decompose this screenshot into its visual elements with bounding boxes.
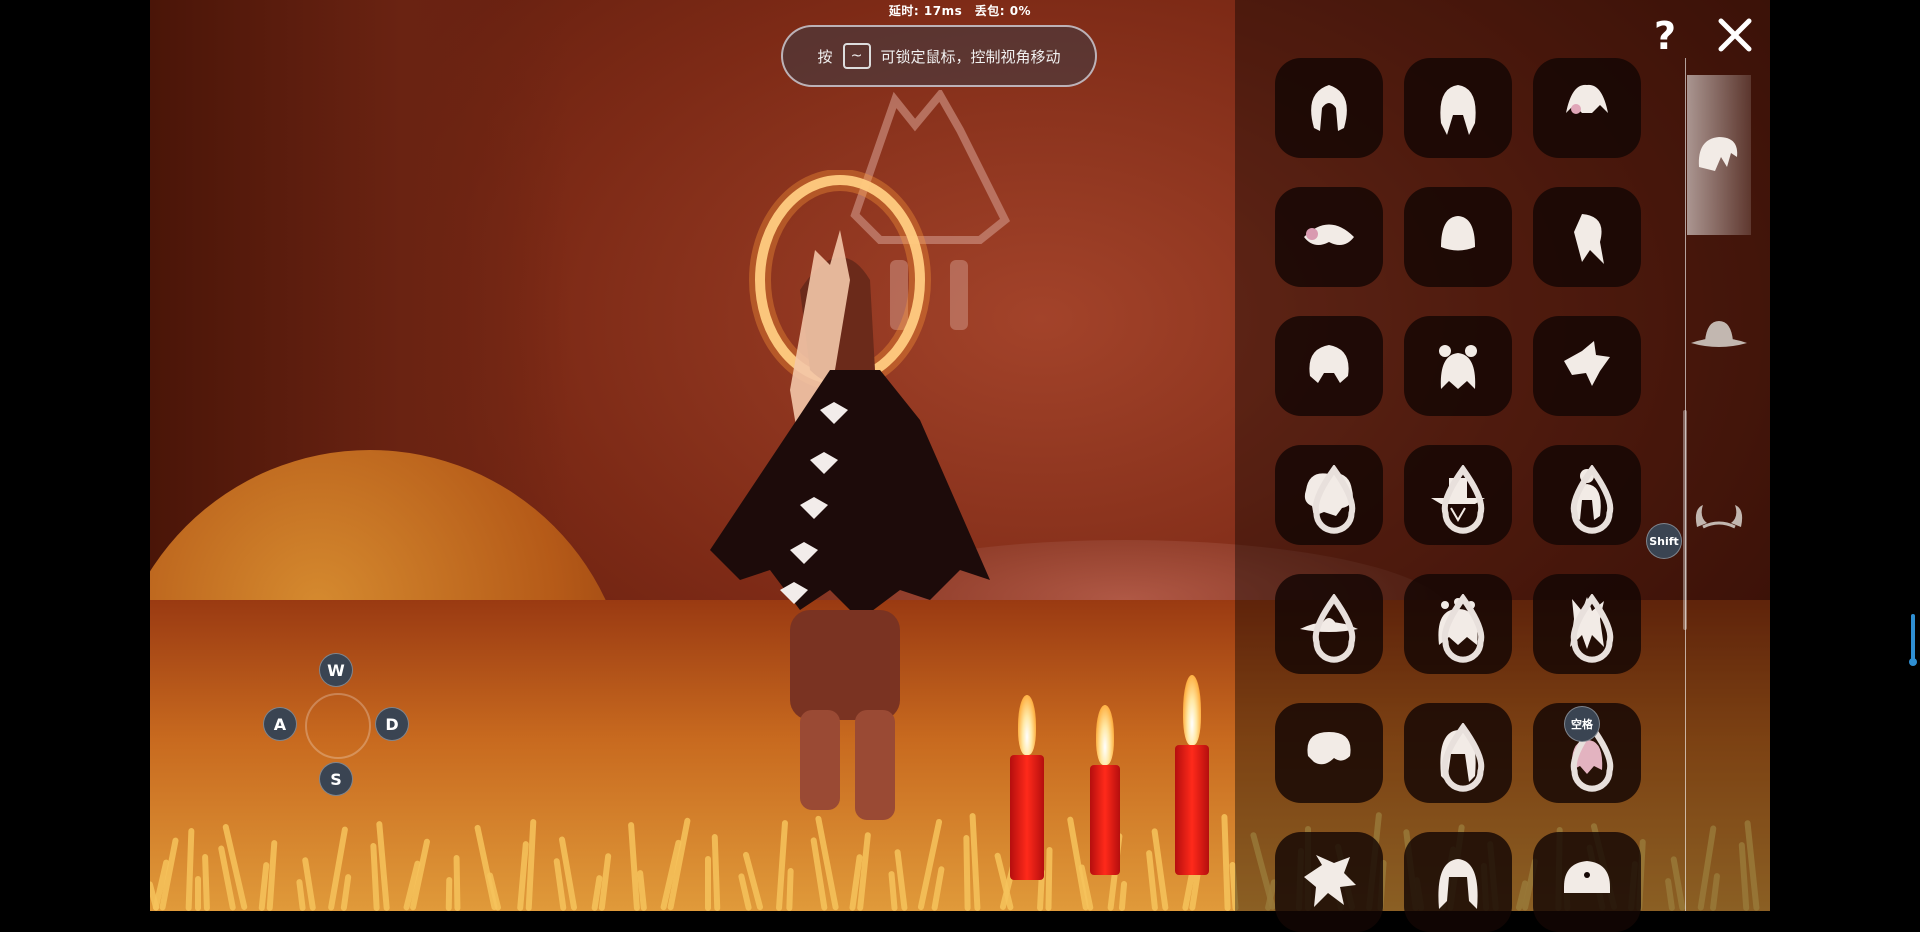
cosmetic-slot[interactable] (1533, 445, 1641, 545)
svg-text:?: ? (1654, 15, 1676, 55)
hair-curly-bun-icon (1309, 345, 1349, 383)
grass-blade (195, 876, 201, 911)
cosmetic-slot[interactable] (1404, 58, 1512, 158)
hat-icon (1691, 321, 1747, 347)
hint-message: 可锁定鼠标，控制视角移动 (880, 47, 1061, 66)
candle-cost-icon (1312, 594, 1356, 663)
candle (1090, 765, 1120, 875)
cosmetic-slot[interactable] (1404, 832, 1512, 932)
shift-key-badge[interactable]: Shift (1646, 523, 1682, 559)
candle (1175, 745, 1209, 875)
key-d[interactable]: D (375, 707, 409, 741)
category-tab[interactable] (1687, 435, 1751, 595)
grass-blade (445, 876, 453, 911)
candle-flame (1183, 675, 1201, 745)
hair-icon (1698, 137, 1738, 171)
candle-cost-icon (1441, 723, 1485, 792)
candle-flame (1096, 705, 1114, 765)
space-key-badge[interactable]: 空格 (1564, 706, 1600, 742)
grass-blade (705, 856, 711, 911)
grass-blade (1045, 846, 1053, 911)
cosmetic-slot[interactable] (1533, 187, 1641, 287)
category-tab[interactable] (1687, 255, 1751, 415)
cosmetic-slot[interactable] (1275, 703, 1383, 803)
edge-slider-handle[interactable] (1909, 658, 1917, 666)
hair-double-bun-icon (1439, 345, 1477, 389)
hair-messy-icon (1307, 732, 1351, 765)
grass-blade (340, 873, 352, 911)
tilde-key: ~ (842, 43, 871, 69)
hint-prefix: 按 (817, 47, 833, 66)
cosmetic-slot[interactable] (1275, 832, 1383, 932)
cosmetic-slot[interactable] (1275, 58, 1383, 158)
cosmetic-slot[interactable] (1275, 316, 1383, 416)
cosmetic-slot[interactable] (1275, 574, 1383, 674)
grass-blade (202, 853, 210, 911)
hair-pigtails-icon (1566, 84, 1608, 114)
grass-blade (711, 833, 721, 911)
grass-blade (525, 818, 537, 911)
grass-blade (296, 878, 306, 911)
grass-blade (931, 865, 945, 911)
edge-slider[interactable] (1911, 614, 1915, 662)
hair-ponytail-icon (1574, 214, 1604, 264)
candle (1010, 755, 1044, 880)
grass-blade (1118, 880, 1128, 911)
cosmetic-slot[interactable] (1404, 316, 1512, 416)
grass-blade (453, 854, 461, 911)
hair-spiky-icon (1564, 341, 1610, 386)
cosmetic-slot[interactable] (1275, 187, 1383, 287)
grass-blade (185, 827, 195, 911)
candle-flame (1018, 695, 1036, 755)
help-button[interactable]: ? (1640, 10, 1690, 60)
category-tab[interactable] (1687, 75, 1751, 235)
hair-wavy-icon (1438, 859, 1478, 909)
candle-cost-icon (1570, 465, 1614, 534)
hair-wild-icon (1304, 855, 1356, 907)
candle-cost-icon (1570, 594, 1614, 663)
cosmetic-slot[interactable] (1404, 703, 1512, 803)
grass-blade (627, 821, 641, 911)
key-s[interactable]: S (319, 762, 353, 796)
hat-captain-icon (1564, 861, 1610, 893)
close-button[interactable] (1710, 10, 1760, 60)
grass-blade (963, 834, 971, 911)
hair-braids-icon (1440, 85, 1476, 135)
cosmetic-slot[interactable] (1533, 58, 1641, 158)
grass-blade (266, 839, 278, 911)
candle-cost-icon (1441, 465, 1485, 534)
grass-blade (888, 870, 898, 911)
cosmetic-slot[interactable] (1533, 316, 1641, 416)
cosmetic-slot[interactable] (1275, 445, 1383, 545)
question-icon: ? (1654, 15, 1676, 55)
movement-joystick[interactable] (305, 693, 371, 759)
hair-bob-icon (1311, 85, 1347, 131)
grass-blade (786, 867, 794, 911)
key-a[interactable]: A (263, 707, 297, 741)
cosmetic-slot[interactable] (1404, 574, 1512, 674)
player-character[interactable] (680, 170, 1000, 830)
cosmetic-slot[interactable] (1404, 187, 1512, 287)
cosmetic-slot[interactable] (1533, 832, 1641, 932)
cosmetic-slot[interactable] (1404, 445, 1512, 545)
cosmetic-slot[interactable] (1533, 574, 1641, 674)
hair-ears-icon (1304, 224, 1354, 246)
candle-cost-icon (1312, 465, 1356, 534)
horns-icon (1695, 505, 1743, 529)
candle-cost-icon (1441, 594, 1485, 663)
close-icon (1718, 18, 1752, 52)
key-w[interactable]: W (319, 653, 353, 687)
hair-short-icon (1441, 216, 1475, 251)
mouse-lock-hint: 按 ~ 可锁定鼠标，控制视角移动 (781, 25, 1097, 87)
network-status: 延时: 17ms 丢包: 0% (888, 4, 1032, 18)
